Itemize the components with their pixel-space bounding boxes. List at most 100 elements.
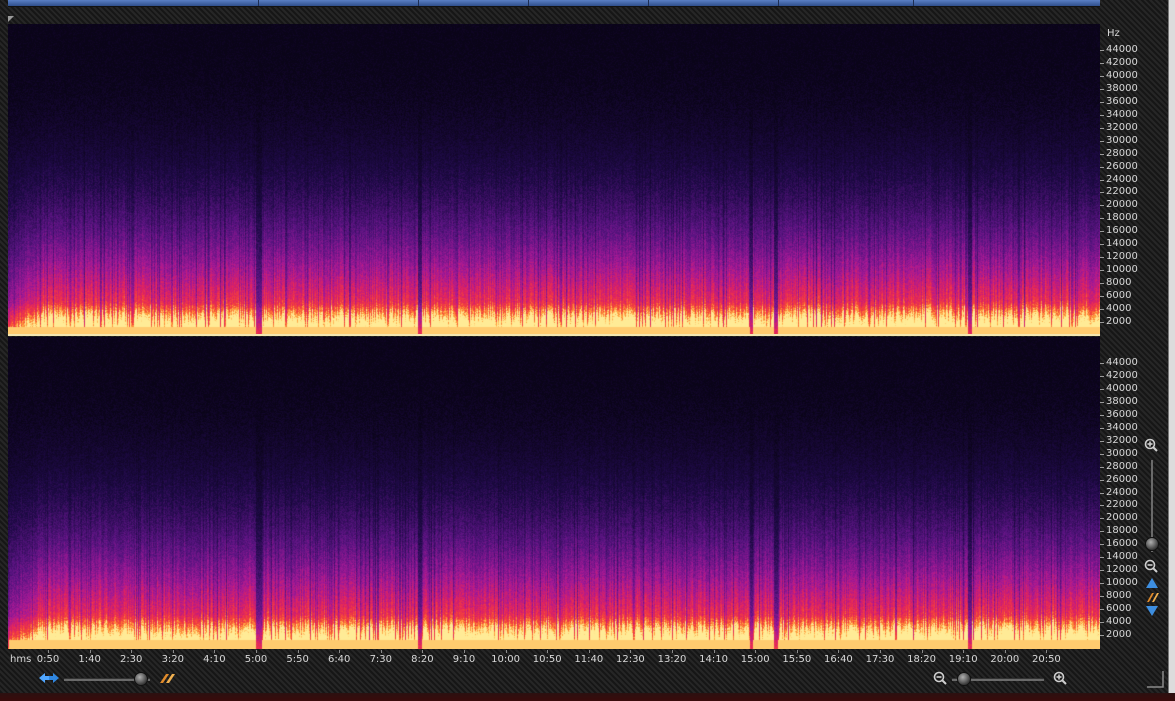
frequency-tick-label: 38000 xyxy=(1106,395,1138,407)
frequency-ruler-top[interactable]: Hz 44000 42000 40000 38000 36000 34000 32000 30… xyxy=(1100,24,1148,336)
frequency-tick xyxy=(1100,427,1104,429)
frequency-tick xyxy=(1100,270,1104,272)
frequency-tick xyxy=(1100,544,1104,546)
frequency-tick-label: 38000 xyxy=(1106,82,1138,94)
time-tick xyxy=(838,650,840,653)
time-tick xyxy=(796,650,798,653)
time-tick xyxy=(297,650,299,653)
time-tick xyxy=(464,650,465,653)
spectrogram-top-channel[interactable] xyxy=(8,24,1100,336)
resize-grip-icon[interactable] xyxy=(1145,669,1165,689)
spectrogram-canvas xyxy=(8,337,1100,649)
frequency-tick xyxy=(1100,531,1104,533)
frequency-tick xyxy=(1100,401,1104,403)
time-tick-label: 5:50 xyxy=(286,654,309,665)
time-tick xyxy=(672,650,673,653)
frequency-tick xyxy=(1100,453,1104,455)
frequency-tick xyxy=(1100,127,1104,129)
time-tick-label: 20:00 xyxy=(990,654,1020,665)
frequency-tick xyxy=(1100,321,1104,323)
time-tick xyxy=(339,650,341,653)
time-tick xyxy=(48,650,49,653)
time-tick-label: 10:00 xyxy=(491,654,521,665)
frequency-tick xyxy=(1100,62,1104,64)
frequency-tick-label: 34000 xyxy=(1106,108,1138,120)
time-tick-label: 0:50 xyxy=(36,654,60,665)
horizontal-zoom-knob[interactable] xyxy=(956,672,971,686)
frequency-tick-label: 14000 xyxy=(1106,238,1138,250)
frequency-tick xyxy=(1100,179,1104,181)
frequency-tick xyxy=(1100,466,1104,468)
frequency-tick-label: 44000 xyxy=(1106,357,1138,368)
frequency-tick-label: 24000 xyxy=(1106,486,1138,498)
spectrogram-bottom-channel[interactable] xyxy=(8,337,1100,649)
frequency-tick xyxy=(1100,257,1104,259)
time-tick-label: 5:00 xyxy=(244,654,268,665)
time-tick-label: 2:30 xyxy=(119,654,143,665)
frequency-tick-label: 32000 xyxy=(1106,121,1138,133)
frequency-tick-label: 40000 xyxy=(1106,382,1138,394)
frequency-tick-label: 20000 xyxy=(1106,512,1138,524)
frequency-tick-label: 34000 xyxy=(1106,421,1138,433)
zoom-out-icon[interactable] xyxy=(1143,558,1159,574)
time-tick xyxy=(172,650,174,653)
time-ruler[interactable]: hms 0:50 1:40 2:30 3:20 4:10 5:00 5:50 6:40 7:30… xyxy=(8,650,1100,670)
spectral-brush-icon[interactable] xyxy=(158,671,176,685)
time-tick-label: 16:40 xyxy=(823,654,853,665)
frequency-tick xyxy=(1100,88,1104,90)
overview-tick xyxy=(528,0,529,6)
overview-scrollbar[interactable] xyxy=(8,0,1100,7)
spectral-brush-icon[interactable] xyxy=(1144,590,1160,604)
spectrogram-canvas xyxy=(8,24,1100,336)
vertical-scroll-up-icon[interactable] xyxy=(1144,576,1160,590)
frequency-tick-label: 42000 xyxy=(1106,369,1138,381)
frequency-tick-label: 4000 xyxy=(1106,303,1132,314)
frequency-tick xyxy=(1100,283,1104,285)
frequency-tick-label: 16000 xyxy=(1106,225,1138,237)
time-tick xyxy=(1004,650,1006,653)
zoom-in-icon[interactable] xyxy=(1143,437,1159,453)
frequency-tick xyxy=(1100,596,1104,598)
overview-tick xyxy=(913,0,914,6)
frequency-tick-label: 36000 xyxy=(1106,95,1138,107)
frequency-tick xyxy=(1100,75,1104,77)
frequency-tick xyxy=(1100,609,1104,611)
frequency-tick-label: 42000 xyxy=(1106,56,1138,68)
overview-tick xyxy=(418,0,419,6)
time-tick-label: 4:10 xyxy=(203,654,226,665)
time-unit-label: hms xyxy=(10,654,32,665)
frequency-tick xyxy=(1100,388,1104,390)
time-tick-label: 9:10 xyxy=(452,654,476,665)
frequency-tick xyxy=(1100,101,1104,103)
window-scrollbar[interactable] xyxy=(1168,0,1175,701)
frequency-tick xyxy=(1100,375,1104,377)
frequency-ruler-bottom[interactable]: 44000 42000 40000 38000 36000 34000 32000 30000… xyxy=(1100,337,1148,649)
zoom-out-icon[interactable] xyxy=(932,670,948,686)
frequency-tick xyxy=(1100,153,1104,155)
frequency-tick xyxy=(1100,570,1104,572)
frequency-tick xyxy=(1100,505,1104,507)
time-tick xyxy=(380,650,382,653)
time-tick xyxy=(921,650,923,653)
frequency-tick-label: 6000 xyxy=(1106,603,1132,615)
time-tick xyxy=(1046,650,1048,653)
vertical-zoom-knob[interactable] xyxy=(1145,536,1159,551)
frequency-tick-label: 22000 xyxy=(1106,186,1138,198)
vertical-scroll-down-icon[interactable] xyxy=(1144,604,1160,618)
playhead-marker[interactable] xyxy=(8,16,14,22)
frequency-tick-label: 4000 xyxy=(1106,616,1132,627)
frequency-tick-label: 8000 xyxy=(1106,590,1132,602)
bottom-toolbar xyxy=(0,668,1175,690)
frequency-tick-label: 20000 xyxy=(1106,199,1138,211)
frequency-tick-label: 44000 xyxy=(1106,44,1138,55)
scroll-both-icon[interactable] xyxy=(38,670,60,686)
horizontal-scroll-knob[interactable] xyxy=(133,672,148,686)
time-tick-label: 17:30 xyxy=(865,654,895,665)
frequency-tick xyxy=(1100,363,1104,364)
frequency-tick xyxy=(1100,50,1104,51)
zoom-in-icon[interactable] xyxy=(1052,670,1068,686)
frequency-tick-label: 2000 xyxy=(1106,628,1132,640)
overview-tick xyxy=(778,0,779,6)
frequency-tick-label: 2000 xyxy=(1106,315,1132,327)
frequency-tick-label: 26000 xyxy=(1106,473,1138,485)
